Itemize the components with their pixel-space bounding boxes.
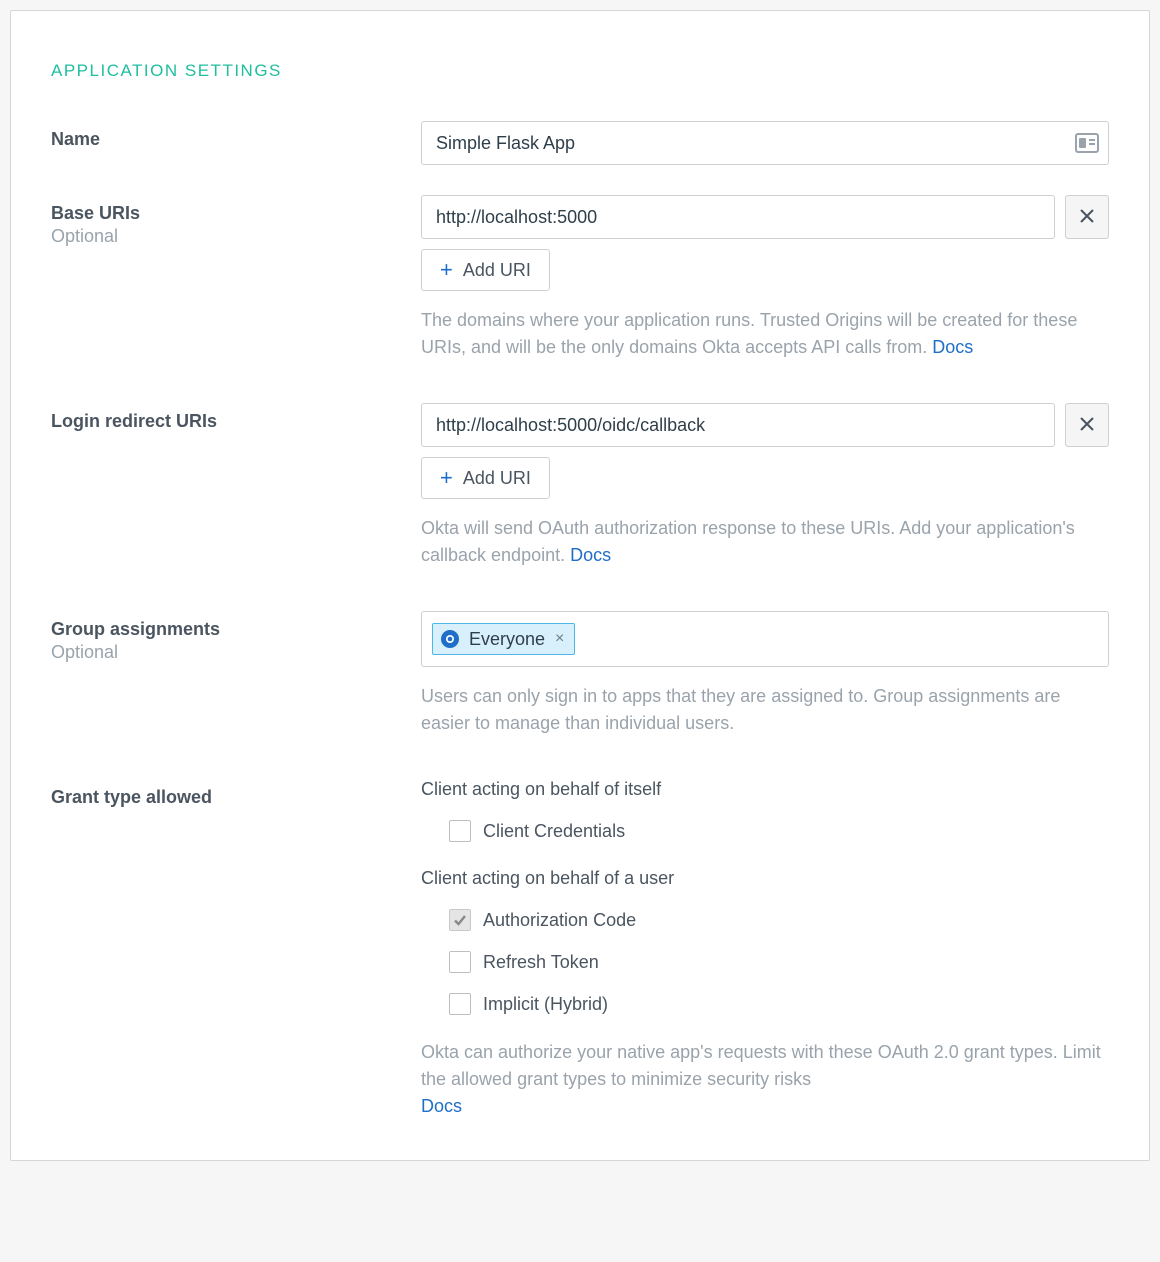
grant-type-helper: Okta can authorize your native app's req… (421, 1039, 1109, 1120)
base-uris-label: Base URIs (51, 203, 421, 224)
add-base-uri-label: Add URI (463, 260, 531, 281)
group-assignments-helper: Users can only sign in to apps that they… (421, 683, 1109, 737)
grant-authorization-code-row: Authorization Code (421, 903, 1109, 937)
name-input[interactable] (421, 121, 1109, 165)
client-credentials-checkbox[interactable] (449, 820, 471, 842)
group-icon (439, 628, 461, 650)
implicit-checkbox[interactable] (449, 993, 471, 1015)
close-icon (1079, 204, 1095, 230)
login-redirect-helper: Okta will send OAuth authorization respo… (421, 515, 1109, 569)
remove-login-redirect-button[interactable] (1065, 403, 1109, 447)
refresh-token-checkbox[interactable] (449, 951, 471, 973)
base-uris-sublabel: Optional (51, 226, 421, 247)
authorization-code-label: Authorization Code (483, 910, 636, 931)
grant-client-credentials-row: Client Credentials (421, 814, 1109, 848)
plus-icon: + (440, 467, 453, 489)
group-assignments-sublabel: Optional (51, 642, 421, 663)
add-login-redirect-label: Add URI (463, 468, 531, 489)
implicit-label: Implicit (Hybrid) (483, 994, 608, 1015)
grant-group-self-heading: Client acting on behalf of itself (421, 779, 1109, 800)
close-icon (1079, 412, 1095, 438)
login-redirect-docs-link[interactable]: Docs (570, 545, 611, 565)
group-chip-label: Everyone (469, 629, 545, 650)
plus-icon: + (440, 259, 453, 281)
refresh-token-label: Refresh Token (483, 952, 599, 973)
login-redirect-input[interactable] (421, 403, 1055, 447)
grant-type-docs-link[interactable]: Docs (421, 1096, 462, 1116)
client-credentials-label: Client Credentials (483, 821, 625, 842)
group-assignments-input[interactable]: Everyone × (421, 611, 1109, 667)
row-base-uris: Base URIs Optional + Add URI (51, 195, 1109, 361)
base-uris-docs-link[interactable]: Docs (932, 337, 973, 357)
row-name: Name (51, 121, 1109, 165)
add-base-uri-button[interactable]: + Add URI (421, 249, 550, 291)
group-assignments-label: Group assignments (51, 619, 421, 640)
name-label: Name (51, 129, 421, 150)
row-grant-type: Grant type allowed Client acting on beha… (51, 779, 1109, 1120)
row-group-assignments: Group assignments Optional Everyone (51, 611, 1109, 737)
application-settings-card: APPLICATION SETTINGS Name (10, 10, 1150, 1161)
grant-type-label: Grant type allowed (51, 787, 421, 808)
authorization-code-checkbox (449, 909, 471, 931)
group-chip-everyone: Everyone × (432, 623, 575, 655)
base-uris-helper: The domains where your application runs.… (421, 307, 1109, 361)
contact-card-icon (1075, 133, 1099, 153)
grant-refresh-token-row: Refresh Token (421, 945, 1109, 979)
grant-implicit-row: Implicit (Hybrid) (421, 987, 1109, 1021)
add-login-redirect-button[interactable]: + Add URI (421, 457, 550, 499)
base-uri-input[interactable] (421, 195, 1055, 239)
remove-base-uri-button[interactable] (1065, 195, 1109, 239)
row-login-redirect: Login redirect URIs + Add URI Okta wi (51, 403, 1109, 569)
login-redirect-label: Login redirect URIs (51, 411, 421, 432)
section-title: APPLICATION SETTINGS (51, 61, 1109, 81)
grant-group-user-heading: Client acting on behalf of a user (421, 868, 1109, 889)
remove-group-chip[interactable]: × (555, 630, 564, 648)
